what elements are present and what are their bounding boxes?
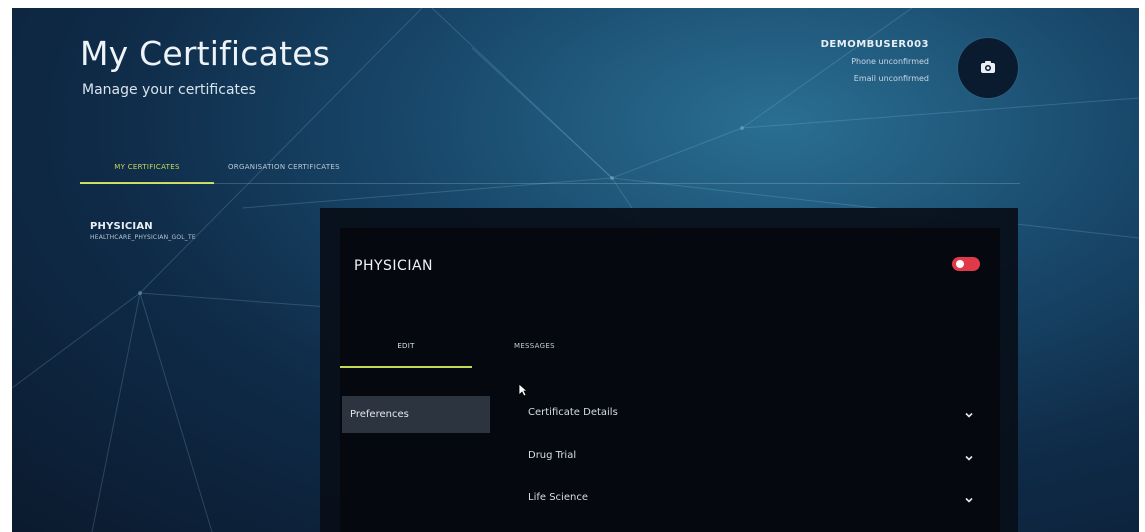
- accordion-label: Life Science: [528, 492, 588, 503]
- page-title: My Certificates: [80, 34, 331, 73]
- chevron-down-icon: [964, 490, 974, 509]
- email-status[interactable]: Email unconfirmed: [821, 70, 929, 87]
- page-subtitle: Manage your certificates: [82, 82, 256, 98]
- certificate-toggle[interactable]: [952, 257, 980, 271]
- tab-organisation-certificates[interactable]: ORGANISATION CERTIFICATES: [228, 156, 340, 182]
- tab-edit[interactable]: EDIT: [340, 342, 472, 350]
- certificate-list-item[interactable]: PHYSICIAN HEALTHCARE_PHYSICIAN_GOL_TE: [90, 221, 196, 241]
- tab-messages[interactable]: MESSAGES: [514, 342, 555, 350]
- accordion-label: Certificate Details: [528, 407, 618, 418]
- toggle-knob: [956, 260, 964, 268]
- camera-icon: [980, 59, 996, 78]
- tabs-divider: [80, 183, 1020, 184]
- tab-my-certificates[interactable]: MY CERTIFICATES: [80, 156, 214, 184]
- chevron-down-icon: [964, 448, 974, 467]
- chevron-down-icon: [964, 405, 974, 424]
- user-info: DEMOMBUSER003 Phone unconfirmed Email un…: [821, 36, 929, 87]
- avatar[interactable]: [958, 38, 1018, 98]
- accordion-certificate-details[interactable]: Certificate Details: [528, 403, 980, 423]
- app-screen: My Certificates Manage your certificates…: [12, 8, 1139, 532]
- accordion-drug-trial[interactable]: Drug Trial: [528, 446, 980, 466]
- mouse-pointer-icon: [518, 382, 529, 401]
- phone-status[interactable]: Phone unconfirmed: [821, 53, 929, 70]
- accordion-label: Drug Trial: [528, 450, 577, 461]
- certificate-name: PHYSICIAN: [90, 221, 153, 232]
- certificate-detail-panel: PHYSICIAN EDIT MESSAGES Preferences Cert…: [320, 208, 1018, 532]
- accordion-life-science[interactable]: Life Science: [528, 488, 980, 508]
- certificate-code: HEALTHCARE_PHYSICIAN_GOL_TE: [90, 234, 196, 241]
- user-name: DEMOMBUSER003: [820, 39, 929, 50]
- certificate-card: PHYSICIAN EDIT MESSAGES Preferences Cert…: [340, 228, 1000, 532]
- certificate-tabs: MY CERTIFICATES ORGANISATION CERTIFICATE…: [80, 156, 1020, 184]
- card-title: PHYSICIAN: [354, 258, 433, 274]
- tab-edit-underline: [340, 366, 472, 368]
- sidebar-item-preferences[interactable]: Preferences: [342, 396, 490, 433]
